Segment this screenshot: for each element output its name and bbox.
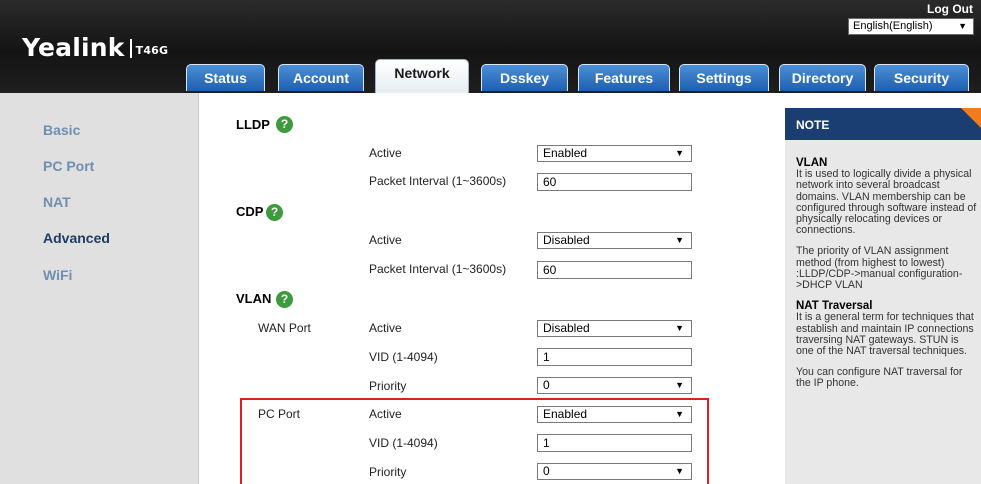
sidebar-item-pc-port[interactable]: PC Port	[43, 158, 94, 174]
tab-directory[interactable]: Directory	[779, 64, 866, 91]
wan-active-value: Disabled	[543, 321, 590, 335]
lldp-active-value: Enabled	[543, 146, 588, 160]
note-corner-accent	[961, 108, 981, 128]
pc-port-highlight-box	[240, 398, 709, 484]
chevron-down-icon: ▼	[675, 148, 684, 158]
wan-vid-input[interactable]: 1	[537, 348, 692, 366]
chevron-down-icon: ▼	[675, 380, 684, 390]
tab-status[interactable]: Status	[186, 64, 265, 91]
tab-label: Directory	[791, 70, 854, 86]
wan-vid-label: VID (1-4094)	[369, 350, 438, 364]
tab-security[interactable]: Security	[874, 64, 969, 91]
chevron-down-icon: ▼	[675, 235, 684, 245]
wan-priority-label: Priority	[369, 379, 407, 393]
cdp-interval-label: Packet Interval (1~3600s)	[369, 262, 507, 276]
sidebar-item-wifi[interactable]: WiFi	[43, 267, 72, 283]
wan-active-label: Active	[369, 321, 402, 335]
tab-label: Security	[893, 70, 950, 86]
note-nat-config-text: You can configure NAT traversal for the …	[796, 366, 963, 390]
note-vlan-text: It is used to logically divide a physica…	[796, 168, 977, 237]
tab-settings[interactable]: Settings	[679, 64, 769, 91]
note-nat-text: It is a general term for techniques that…	[796, 311, 974, 358]
sidebar-item-advanced[interactable]: Advanced	[43, 230, 110, 246]
lldp-interval-label: Packet Interval (1~3600s)	[369, 174, 507, 188]
cdp-active-label: Active	[369, 233, 402, 247]
note-vlan-heading: VLAN	[796, 157, 828, 169]
tab-dsskey[interactable]: Dsskey	[481, 64, 568, 91]
sidebar: Basic PC Port NAT Advanced WiFi	[0, 93, 198, 484]
logout-link[interactable]: Log Out	[927, 2, 973, 16]
cdp-active-value: Disabled	[543, 233, 590, 247]
wan-priority-select[interactable]: 0 ▼	[537, 377, 692, 394]
brand-logo: Yealink T46G	[22, 33, 168, 62]
wan-active-select[interactable]: Disabled ▼	[537, 320, 692, 337]
cdp-help-icon[interactable]: ?	[266, 204, 283, 221]
tab-label: Status	[204, 70, 247, 86]
wan-port-label: WAN Port	[258, 321, 311, 335]
tab-network[interactable]: Network	[375, 59, 469, 93]
chevron-down-icon: ▼	[675, 323, 684, 333]
chevron-down-icon: ▼	[958, 21, 967, 31]
lldp-active-label: Active	[369, 146, 402, 160]
sidebar-item-nat[interactable]: NAT	[43, 194, 71, 210]
lldp-title: LLDP	[236, 117, 270, 132]
cdp-title: CDP	[236, 204, 264, 219]
wan-priority-value: 0	[543, 378, 550, 392]
tab-label: Dsskey	[499, 70, 550, 86]
note-vlan-priority-text: The priority of VLAN assignment method (…	[796, 245, 963, 292]
logo-divider	[129, 39, 132, 58]
vlan-title: VLAN	[236, 291, 272, 306]
note-title: NOTE	[796, 118, 830, 132]
vlan-help-icon[interactable]: ?	[276, 291, 293, 308]
cdp-interval-input[interactable]: 60	[537, 261, 692, 279]
language-select[interactable]: English(English) ▼	[848, 18, 974, 35]
note-body: VLAN It is used to logically divide a ph…	[796, 157, 978, 400]
tab-features[interactable]: Features	[578, 64, 670, 91]
lldp-help-icon[interactable]: ?	[276, 116, 293, 133]
tab-label: Features	[594, 70, 654, 86]
cdp-active-select[interactable]: Disabled ▼	[537, 232, 692, 249]
lldp-active-select[interactable]: Enabled ▼	[537, 145, 692, 162]
tab-account[interactable]: Account	[278, 64, 364, 91]
language-value: English(English)	[853, 20, 933, 32]
tab-label: Account	[293, 70, 349, 86]
sidebar-item-basic[interactable]: Basic	[43, 122, 80, 138]
tab-label: Network	[394, 65, 450, 81]
note-header: NOTE	[785, 108, 981, 140]
brand-name: Yealink	[22, 33, 125, 62]
note-nat-heading: NAT Traversal	[796, 300, 873, 313]
tab-label: Settings	[696, 70, 752, 86]
model-name: T46G	[135, 44, 169, 57]
note-panel: NOTE VLAN It is used to logically divide…	[785, 108, 981, 484]
sidebar-divider	[198, 93, 199, 484]
lldp-interval-input[interactable]: 60	[537, 173, 692, 191]
